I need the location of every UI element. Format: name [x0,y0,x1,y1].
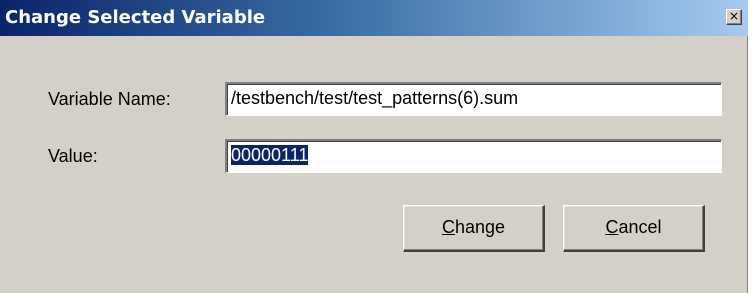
cancel-button-label: ancel [618,217,662,237]
close-icon[interactable]: × [726,9,742,25]
value-label: Value: [48,146,98,166]
title-bar[interactable]: Change Selected Variable × [0,0,748,36]
value-field[interactable]: 00000111 [225,139,722,173]
change-button[interactable]: Change [403,205,545,252]
window-title: Change Selected Variable [5,7,266,28]
change-button-label: hange [454,217,506,237]
change-button-accel: C [441,217,455,237]
cancel-button-accel: C [605,217,619,237]
variable-name-field[interactable]: /testbench/test/test_patterns(6).sum [225,82,722,116]
change-variable-dialog: Change Selected Variable × Variable Name… [0,0,748,293]
variable-name-value: /testbench/test/test_patterns(6).sum [231,88,519,108]
variable-name-label: Variable Name: [48,89,171,109]
value-text-selected: 00000111 [229,144,310,166]
cancel-button[interactable]: Cancel [563,205,705,252]
